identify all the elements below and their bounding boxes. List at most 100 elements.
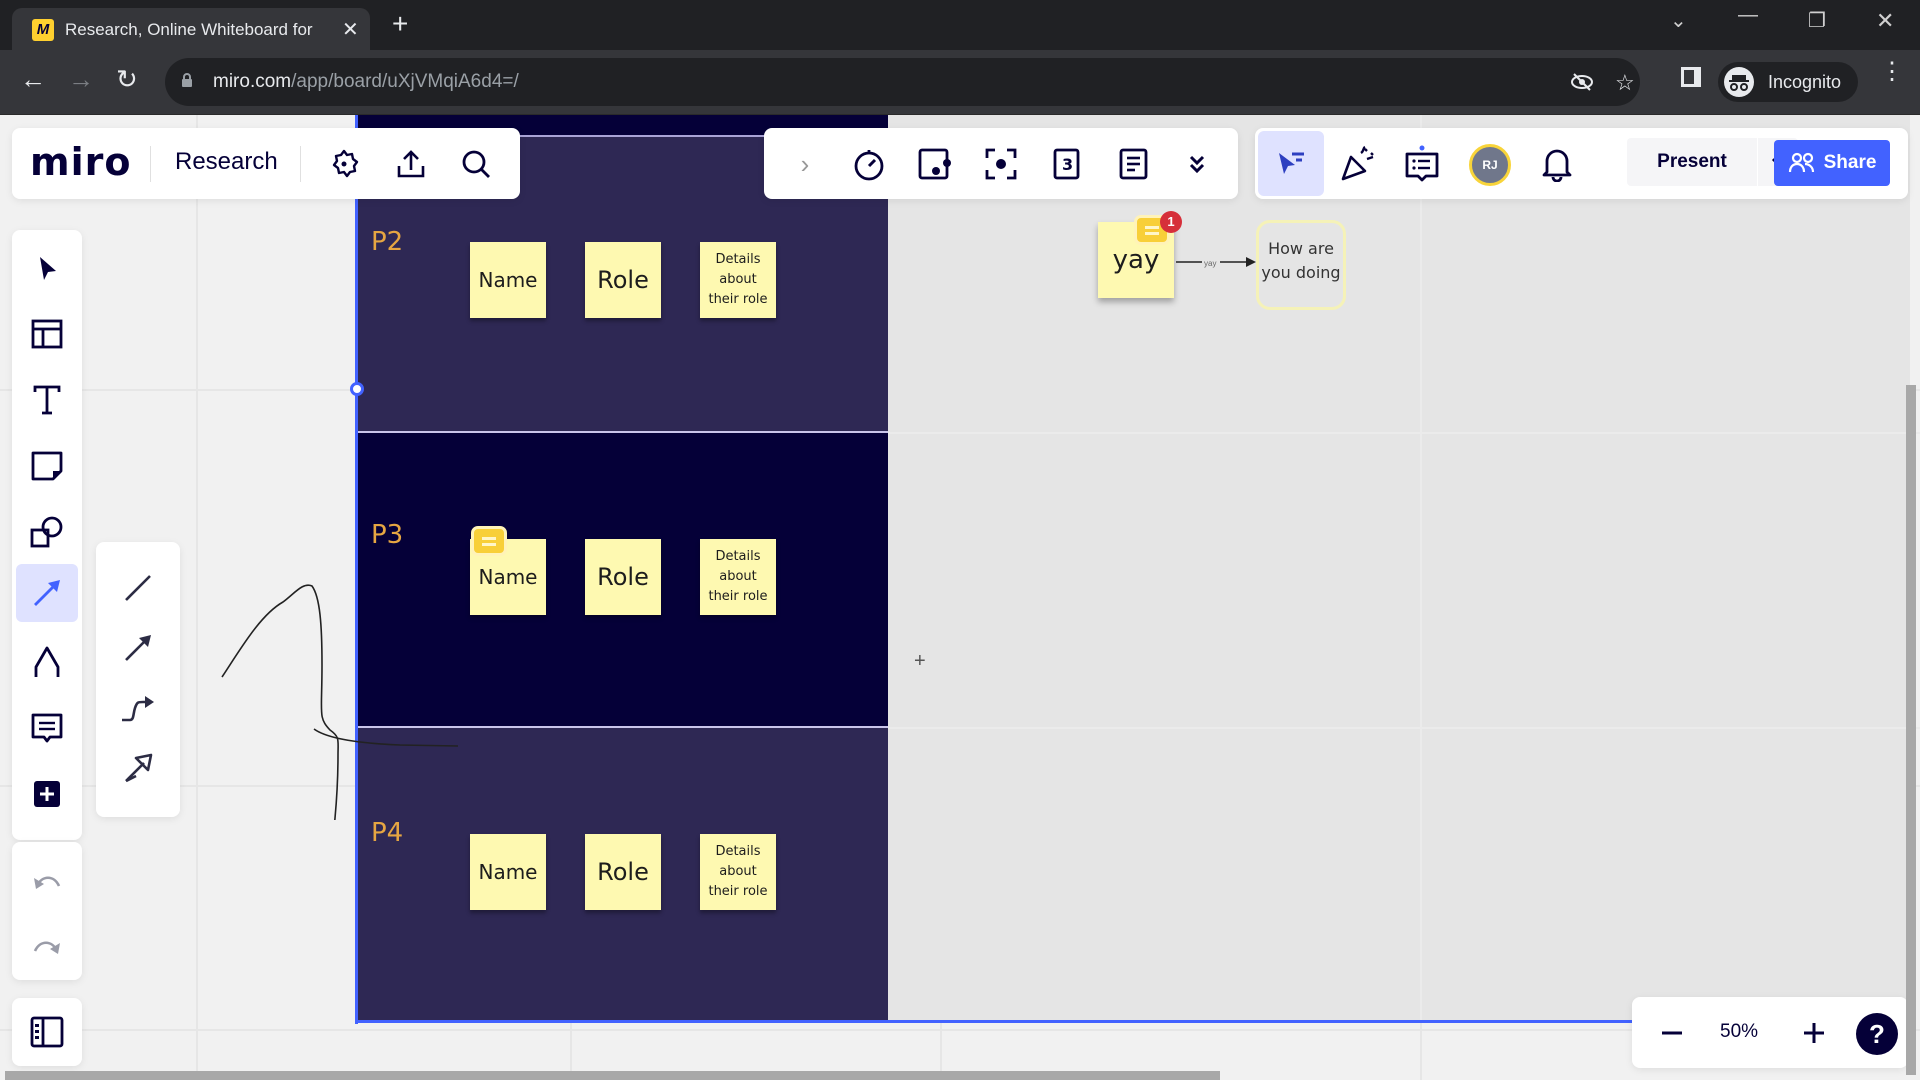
sticky-note-name[interactable]: Name bbox=[470, 242, 546, 318]
reload-icon[interactable]: ↻ bbox=[116, 64, 138, 95]
new-tab-button[interactable]: + bbox=[392, 9, 408, 39]
users-icon bbox=[1788, 152, 1814, 173]
notes-icon[interactable] bbox=[1114, 145, 1152, 183]
minimize-icon[interactable]: — bbox=[1738, 4, 1758, 27]
tab-title: Research, Online Whiteboard for bbox=[65, 20, 313, 39]
miro-logo[interactable]: miro bbox=[30, 140, 131, 184]
collapse-chevron-icon[interactable]: › bbox=[790, 146, 820, 182]
zoom-level[interactable]: 50% bbox=[1720, 1021, 1758, 1043]
connector-label: yay bbox=[1204, 259, 1217, 268]
row-label: P4 bbox=[371, 818, 404, 848]
grid-line bbox=[888, 727, 1920, 729]
attention-focus-icon[interactable] bbox=[982, 145, 1020, 183]
present-button[interactable]: Present bbox=[1627, 138, 1757, 186]
redo-icon[interactable] bbox=[23, 927, 71, 967]
miro-favicon-icon: M bbox=[32, 19, 54, 41]
lock-icon bbox=[182, 73, 192, 87]
bookmark-star-icon[interactable]: ☆ bbox=[1615, 70, 1635, 96]
freehand-drawing[interactable] bbox=[200, 580, 480, 820]
zoom-out-button[interactable] bbox=[1652, 1013, 1692, 1053]
add-more-tools-icon[interactable] bbox=[23, 770, 71, 818]
celebrate-icon[interactable] bbox=[1338, 144, 1378, 184]
creation-toolbar bbox=[12, 230, 82, 840]
grid-line bbox=[888, 432, 1920, 434]
video-chat-icon[interactable] bbox=[916, 145, 954, 183]
incognito-profile-button[interactable]: Incognito bbox=[1718, 62, 1858, 102]
more-chevrons-icon[interactable] bbox=[1182, 148, 1212, 180]
share-label: Share bbox=[1823, 152, 1877, 173]
sticky-note-role[interactable]: Role bbox=[585, 539, 661, 615]
url-field[interactable]: miro.com/app/board/uXjVMqiA6d4=/ ☆ bbox=[165, 58, 1640, 106]
browser-tab[interactable]: M Research, Online Whiteboard for ✕ bbox=[12, 8, 370, 50]
divider bbox=[150, 146, 151, 182]
zoom-controls: 50% ? bbox=[1632, 997, 1908, 1068]
sticky-note-details[interactable]: Details about their role bbox=[700, 242, 776, 318]
tab-close-icon[interactable]: ✕ bbox=[342, 17, 359, 42]
forward-icon[interactable]: → bbox=[68, 64, 94, 95]
comments-list-icon[interactable] bbox=[1402, 144, 1442, 186]
back-icon[interactable]: ← bbox=[20, 64, 46, 95]
undo-icon[interactable] bbox=[23, 862, 71, 902]
tracking-blocked-eye-icon[interactable] bbox=[1570, 70, 1594, 100]
user-avatar[interactable]: RJ bbox=[1469, 144, 1511, 186]
selection-border bbox=[355, 115, 358, 1024]
timer-icon[interactable] bbox=[850, 145, 888, 183]
pen-tool-icon[interactable] bbox=[23, 638, 71, 686]
hollow-arrow-icon[interactable] bbox=[114, 744, 162, 792]
tab-search-icon[interactable]: ⌄ bbox=[1670, 8, 1687, 33]
svg-text:3: 3 bbox=[1062, 155, 1073, 174]
browser-tab-bar: M Research, Online Whiteboard for ✕ + ⌄ … bbox=[0, 0, 1920, 50]
board-header-panel: miro Research bbox=[12, 128, 520, 199]
undo-redo-panel bbox=[12, 842, 82, 980]
sticky-note-details[interactable]: Details about their role bbox=[700, 539, 776, 615]
sticky-note-tool-icon[interactable] bbox=[23, 442, 71, 490]
text-tool-icon[interactable] bbox=[23, 376, 71, 424]
board-canvas[interactable]: P2 Name Role Details about their role P3… bbox=[0, 115, 1920, 1080]
browser-address-bar: ← → ↻ miro.com/app/board/uXjVMqiA6d4=/ ☆… bbox=[0, 50, 1920, 115]
side-panel-icon[interactable] bbox=[1680, 66, 1702, 94]
window-close-icon[interactable]: ✕ bbox=[1876, 8, 1894, 34]
board-name[interactable]: Research bbox=[175, 148, 278, 176]
row-label: P2 bbox=[371, 227, 404, 257]
grid-line bbox=[1420, 115, 1422, 1022]
upload-icon[interactable] bbox=[393, 146, 429, 182]
research-frame[interactable]: P2 Name Role Details about their role P3… bbox=[357, 115, 888, 1022]
collaboration-toolbar: › 3 bbox=[764, 128, 1238, 199]
connection-line-tool-icon[interactable] bbox=[16, 564, 78, 622]
restore-icon[interactable]: ❐ bbox=[1808, 8, 1826, 33]
grid-line bbox=[196, 115, 198, 1080]
bell-icon[interactable] bbox=[1537, 144, 1577, 184]
straight-line-icon[interactable] bbox=[114, 564, 162, 612]
browser-menu-icon[interactable]: ⋮ bbox=[1880, 60, 1904, 84]
templates-tool-icon[interactable] bbox=[23, 310, 71, 358]
gear-icon[interactable] bbox=[326, 146, 362, 182]
url-text: miro.com/app/board/uXjVMqiA6d4=/ bbox=[213, 71, 519, 92]
line-tool-submenu bbox=[96, 542, 180, 817]
reactions-cursor-icon[interactable] bbox=[1258, 131, 1324, 196]
select-tool-icon[interactable] bbox=[23, 244, 71, 292]
share-button[interactable]: Share bbox=[1774, 140, 1890, 186]
zoom-in-button[interactable] bbox=[1794, 1013, 1834, 1053]
search-icon[interactable] bbox=[458, 146, 494, 182]
elbow-connector-icon[interactable] bbox=[114, 684, 162, 732]
shapes-tool-icon[interactable] bbox=[23, 508, 71, 556]
row-label: P3 bbox=[371, 520, 404, 550]
help-button[interactable]: ? bbox=[1856, 1013, 1898, 1055]
text-shape-how-are-you[interactable]: How are you doing bbox=[1256, 220, 1346, 310]
sticky-note-role[interactable]: Role bbox=[585, 242, 661, 318]
divider bbox=[300, 146, 301, 182]
notification-badge: 1 bbox=[1160, 211, 1182, 233]
vertical-scrollbar[interactable] bbox=[1906, 385, 1916, 1075]
card-count-icon[interactable]: 3 bbox=[1048, 145, 1086, 183]
selection-resize-handle[interactable] bbox=[350, 382, 364, 396]
connector-arrow[interactable] bbox=[1176, 255, 1258, 269]
sticky-note-details[interactable]: Details about their role bbox=[700, 834, 776, 910]
comment-icon[interactable] bbox=[471, 526, 507, 556]
sticky-note-name[interactable]: Name bbox=[470, 834, 546, 910]
sidebar-panel-icon[interactable] bbox=[23, 1008, 71, 1056]
arrow-line-icon[interactable] bbox=[114, 624, 162, 672]
panel-toggle bbox=[12, 998, 82, 1066]
comment-tool-icon[interactable] bbox=[23, 704, 71, 752]
sticky-note-role[interactable]: Role bbox=[585, 834, 661, 910]
horizontal-scrollbar[interactable] bbox=[5, 1071, 1220, 1080]
